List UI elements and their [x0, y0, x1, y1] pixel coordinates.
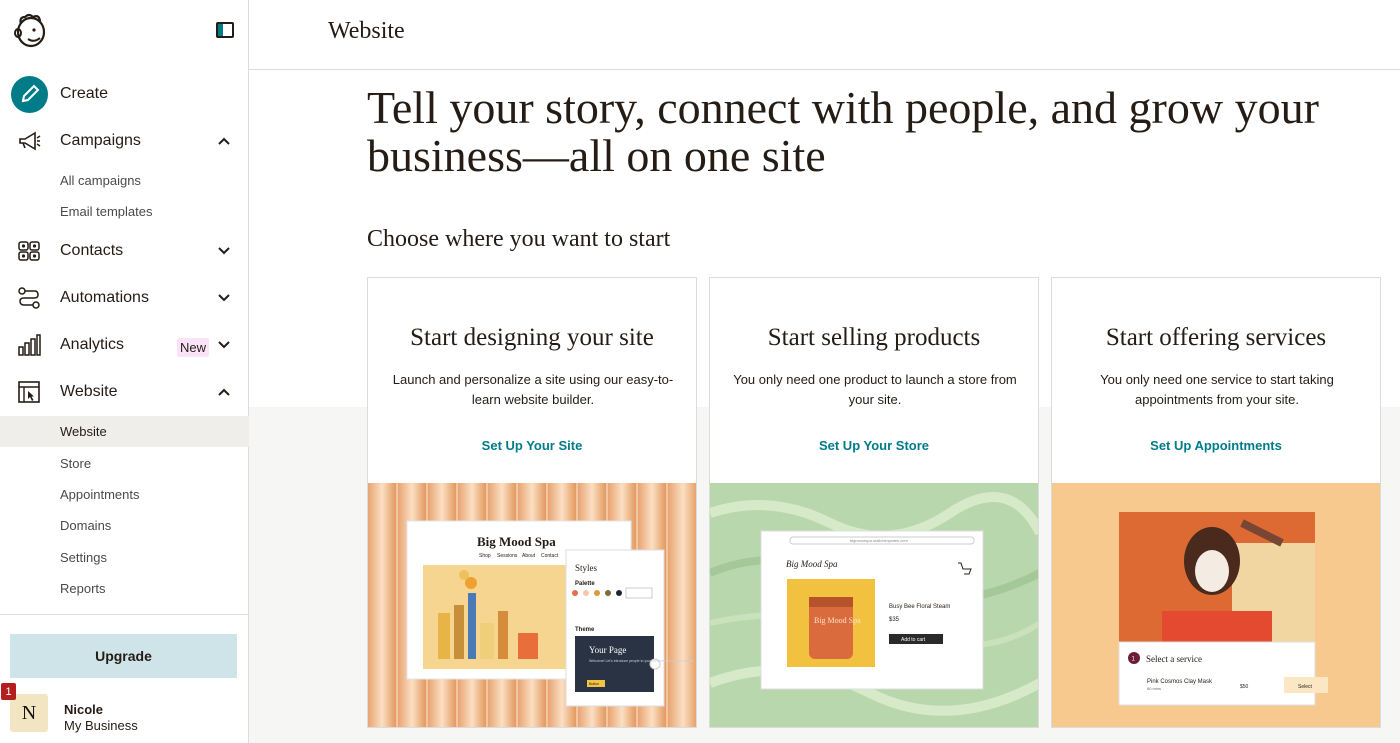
card-design-site: Start designing your site Launch and per…	[367, 277, 697, 728]
sidebar-item-analytics[interactable]: Analytics	[0, 325, 249, 365]
notification-badge: 1	[1, 683, 16, 700]
service-duration: 60 mins	[1147, 686, 1161, 691]
store-illustration: bigmoodspa.mailchimpsites.com Big Mood S…	[710, 483, 1038, 727]
hero-heading: Tell your story, connect with people, an…	[367, 82, 1319, 181]
sidebar-item-contacts[interactable]: Contacts	[0, 231, 249, 271]
sidebar-item-label: Automations	[60, 289, 149, 306]
product-name: Busy Bee Floral Steam	[889, 604, 950, 610]
mailchimp-logo-icon[interactable]	[11, 11, 49, 49]
sidebar-subitem-website[interactable]: Website	[0, 416, 249, 447]
set-up-site-link[interactable]: Set Up Your Site	[368, 438, 696, 453]
card-title: Start selling products	[767, 324, 981, 351]
services-illustration: 1 Select a service Pink Cosmos Clay Mask…	[1052, 483, 1380, 727]
mock-brand: Big Mood Spa	[477, 534, 556, 549]
sidebar-subitem-appointments[interactable]: Appointments	[0, 479, 249, 510]
automations-icon	[18, 287, 40, 309]
card-title: Start designing your site	[410, 324, 654, 351]
upgrade-button[interactable]: Upgrade	[10, 634, 237, 678]
sidebar-item-label: Analytics	[60, 336, 125, 353]
card-description: Launch and personalize a site using our …	[392, 372, 674, 407]
megaphone-icon	[19, 131, 41, 151]
sidebar-item-campaigns[interactable]: Campaigns	[0, 121, 249, 161]
contacts-icon	[18, 241, 40, 261]
store-image: bigmoodspa.mailchimpsites.com Big Mood S…	[710, 483, 1038, 727]
sidebar-subitem-store[interactable]: Store	[0, 448, 249, 479]
sidebar-item-label: Create	[60, 85, 109, 102]
mock-nav-shop: Shop	[479, 553, 491, 559]
sidebar-item-label: Contacts	[60, 242, 124, 259]
choose-heading: Choose where you want to start	[367, 226, 671, 252]
add-to-cart-button: Add to cart	[901, 637, 926, 643]
sidebar-subitem-all-campaigns[interactable]: All campaigns	[0, 165, 249, 196]
select-service-button: Select	[1298, 684, 1313, 690]
service-name: Pink Cosmos Clay Mask	[1147, 679, 1213, 685]
site-builder-image: Big Mood Spa Shop Sessions About Contact…	[368, 483, 696, 727]
preview-button: Button	[589, 682, 599, 686]
chevron-up-icon[interactable]	[217, 385, 231, 399]
bar-chart-icon	[18, 334, 41, 356]
chevron-up-icon[interactable]	[217, 134, 231, 148]
sidebar-item-create[interactable]: Create	[0, 74, 249, 114]
chevron-down-icon[interactable]	[217, 291, 231, 305]
page-header: Website	[249, 0, 1400, 70]
select-service-heading: Select a service	[1146, 654, 1202, 664]
service-price: $50	[1240, 684, 1249, 690]
styles-panel-title: Styles	[575, 563, 598, 573]
palette-label: Palette	[575, 581, 595, 587]
site-builder-illustration: Big Mood Spa Shop Sessions About Contact…	[368, 483, 696, 727]
card-description: You only need one product to launch a st…	[733, 372, 1017, 407]
services-image: 1 Select a service Pink Cosmos Clay Mask…	[1052, 483, 1380, 727]
sidebar-divider	[0, 614, 249, 615]
card-description: You only need one service to start takin…	[1100, 372, 1334, 407]
chevron-down-icon[interactable]	[217, 338, 231, 352]
theme-label: Theme	[575, 627, 595, 633]
set-up-appointments-link[interactable]: Set Up Appointments	[1052, 438, 1380, 453]
mock-store-url: bigmoodspa.mailchimpsites.com	[850, 538, 908, 543]
jar-label: Big Mood Spa	[814, 616, 861, 625]
user-business: My Business	[64, 718, 138, 733]
avatar[interactable]: N	[10, 694, 48, 732]
set-up-store-link[interactable]: Set Up Your Store	[710, 438, 1038, 453]
page-title: Website	[328, 18, 405, 44]
sidebar-subitem-settings[interactable]: Settings	[0, 542, 249, 573]
card-offering-services: Start offering services You only need on…	[1051, 277, 1381, 728]
user-name[interactable]: Nicole	[64, 702, 103, 717]
preview-text: Welcome! Let's introduce people to your …	[589, 659, 694, 663]
sidebar: Create Campaigns All campaigns Email tem…	[0, 0, 249, 743]
chevron-down-icon[interactable]	[217, 244, 231, 258]
mock-store-brand: Big Mood Spa	[786, 559, 838, 569]
sidebar-item-label: Website	[60, 383, 118, 400]
mock-nav-contact: Contact	[541, 553, 559, 559]
new-badge: New	[177, 338, 210, 357]
product-price: $35	[889, 617, 900, 623]
mock-nav-sessions: Sessions	[497, 553, 518, 559]
sidebar-collapse-icon[interactable]	[216, 22, 234, 38]
preview-title: Your Page	[589, 645, 626, 655]
sidebar-item-label: Campaigns	[60, 132, 141, 149]
mock-nav-about: About	[522, 553, 536, 559]
card-selling-products: Start selling products You only need one…	[709, 277, 1039, 728]
sidebar-subitem-reports[interactable]: Reports	[0, 573, 249, 604]
sidebar-item-website[interactable]: Website	[0, 372, 249, 412]
website-icon	[18, 381, 40, 403]
sidebar-subitem-domains[interactable]: Domains	[0, 510, 249, 541]
sidebar-item-automations[interactable]: Automations	[0, 278, 249, 318]
card-title: Start offering services	[1105, 324, 1327, 351]
sidebar-subitem-email-templates[interactable]: Email templates	[0, 196, 249, 227]
